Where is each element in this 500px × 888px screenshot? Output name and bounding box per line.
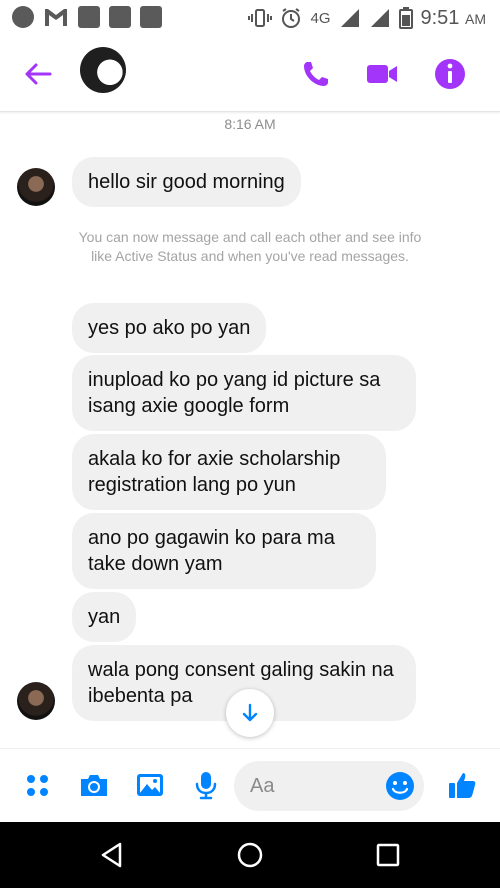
connection-notice: You can now message and call each other … [78,229,422,264]
message-input-container[interactable] [234,761,424,811]
message-bubble[interactable]: akala ko for axie scholarship registrati… [72,434,386,510]
recents-square-icon[interactable] [372,839,404,871]
news-notification-icon [109,6,131,28]
signal-icon [370,9,389,27]
smiley-icon[interactable] [384,770,416,802]
app-notification-icon [78,6,100,28]
scroll-to-bottom-button[interactable] [226,689,274,737]
four-dots-icon[interactable] [22,769,54,801]
app-notification-icon [140,6,162,28]
notification-icons [12,6,162,28]
clock-ampm: AM [465,10,486,27]
message-bubble[interactable]: ano po gagawin ko para ma take down yam [72,513,376,589]
system-navigation-bar [0,822,500,888]
clock-time: 9:51 [420,6,460,29]
thumbs-up-icon[interactable] [446,769,478,801]
status-bar: 4G 9:51 AM [0,0,500,36]
image-icon[interactable] [134,769,166,801]
network-type: 4G [310,9,331,27]
vibrate-icon [248,9,273,27]
home-circle-icon[interactable] [234,839,266,871]
arrow-down-icon [242,703,258,722]
contact-avatar[interactable] [80,47,126,93]
camera-icon[interactable] [78,769,110,801]
gmail-notification-icon [45,9,67,26]
message-composer [0,748,500,822]
message-thread[interactable]: 8:16 AM hello sir good morning You can n… [0,112,500,748]
phone-icon[interactable] [298,56,334,92]
message-timestamp: 8:16 AM [224,116,276,132]
message-bubble[interactable]: hello sir good morning [72,157,301,207]
microphone-icon[interactable] [190,769,222,801]
info-icon[interactable] [432,56,468,92]
back-triangle-icon[interactable] [96,839,128,871]
video-camera-icon[interactable] [364,56,400,92]
battery-icon [398,7,413,29]
system-status: 4G 9:51 AM [248,4,486,32]
messenger-notification-icon [12,6,34,28]
clock: 9:51 AM [421,7,487,30]
back-arrow-icon[interactable] [20,56,56,92]
message-bubble[interactable]: yan [72,592,137,642]
message-bubble[interactable]: yes po ako po yan [72,303,267,353]
alarm-icon [282,8,301,28]
message-input[interactable] [250,773,370,799]
sender-avatar[interactable] [17,682,55,720]
signal-icon [340,9,359,27]
sender-avatar[interactable] [17,168,55,206]
message-bubble[interactable]: inupload ko po yang id picture sa isang … [72,355,416,431]
conversation-header [0,36,500,112]
